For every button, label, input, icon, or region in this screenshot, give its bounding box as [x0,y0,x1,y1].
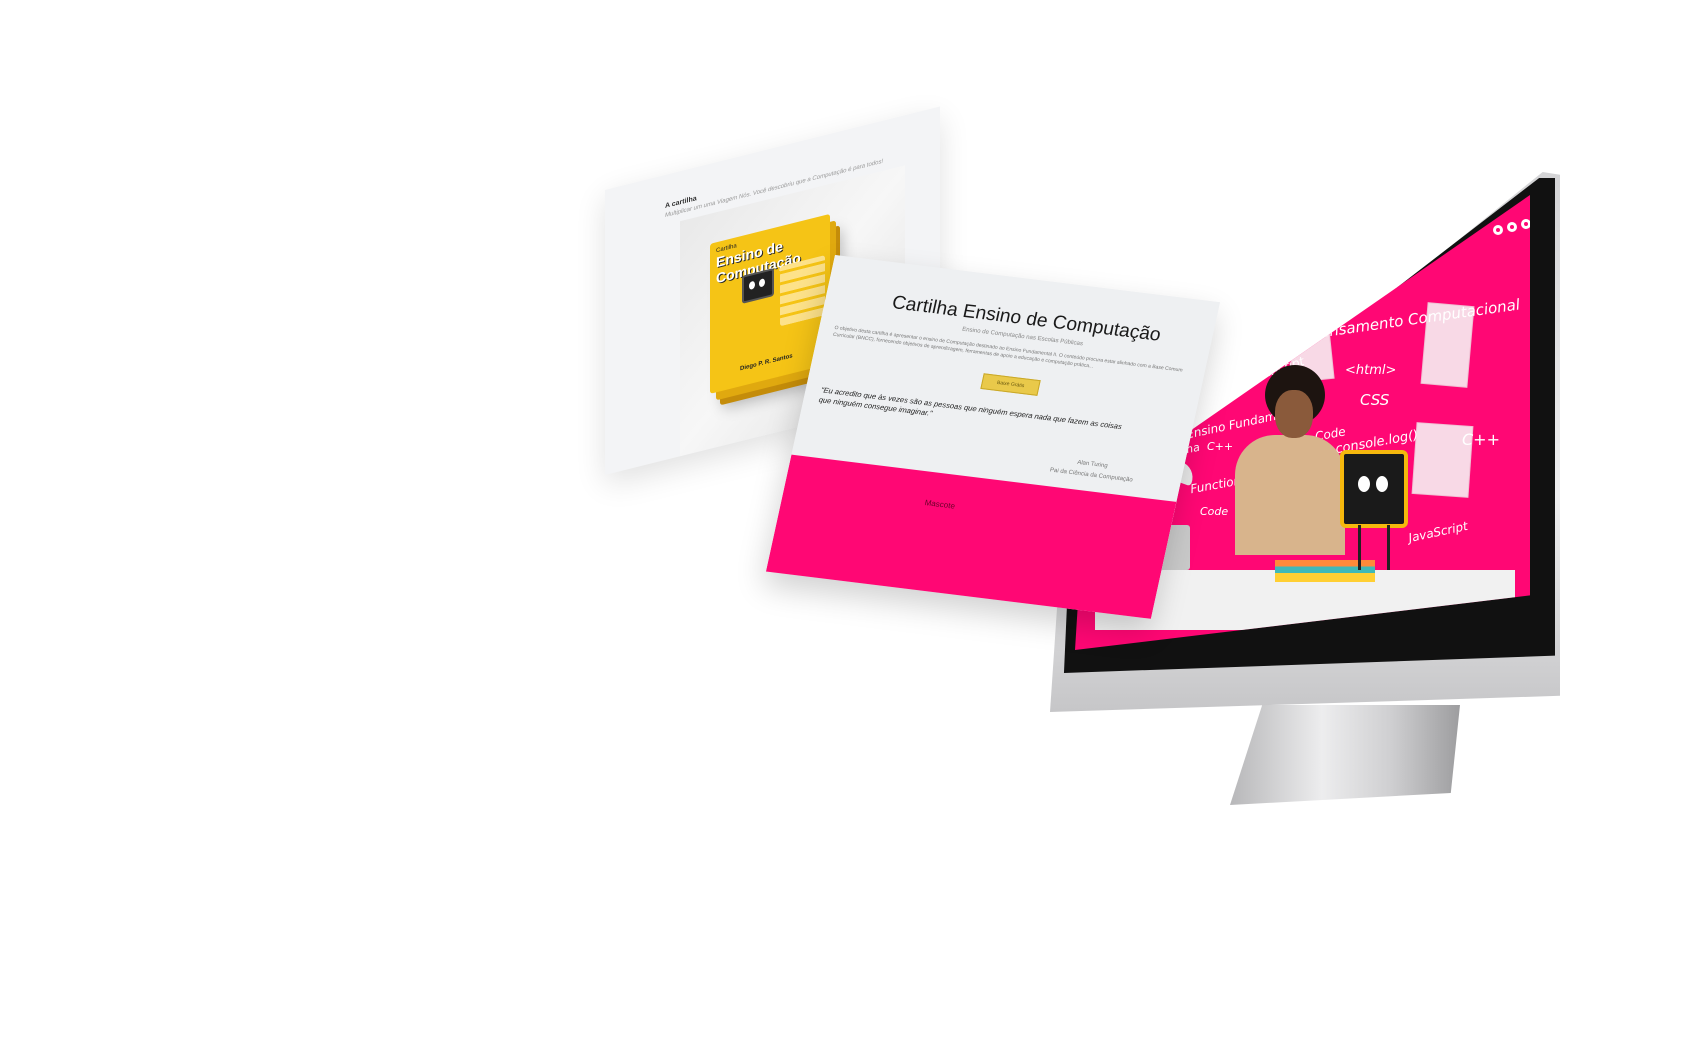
keyboard-graphic [780,255,825,327]
screen-word: CSS [1360,391,1390,409]
screen-word: C++ [1207,440,1234,453]
person-body [1235,435,1345,555]
twitter-icon[interactable] [1507,222,1517,232]
instagram-icon[interactable] [1521,219,1530,229]
landing-panel: Cartilha Ensino de Computação Ensino de … [765,255,1220,619]
mascot-legs [1358,525,1390,570]
screen-word: <html> [1345,363,1397,378]
screen-word: Pensamento Computacional [1309,295,1522,343]
mascot-icon[interactable] [1493,225,1503,235]
monitor-stand [1230,705,1460,805]
book-cover-author: Diego P. R. Santos [740,353,793,373]
person-face [1275,390,1313,438]
screen-word: JavaScript [1407,518,1469,546]
paper-card [1300,295,1345,305]
mascot-character [1340,450,1408,528]
screen-word: Code [1200,505,1229,518]
screen-word: C++ [1462,430,1500,449]
